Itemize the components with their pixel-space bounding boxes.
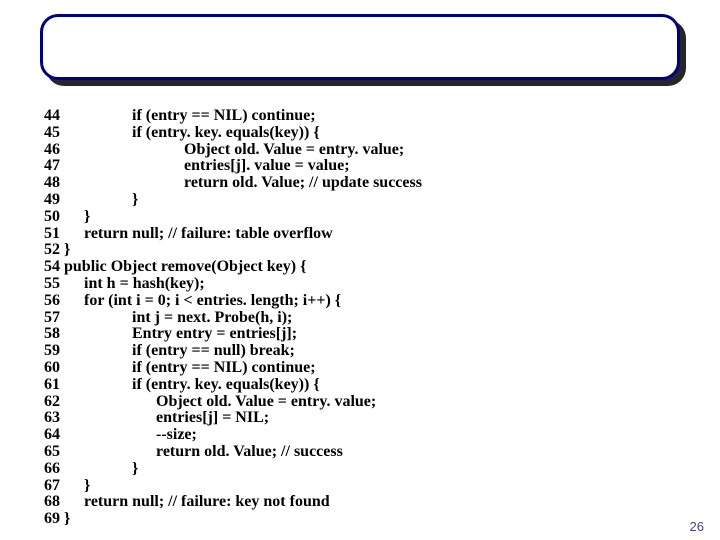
slide: 44 if (entry == NIL) continue; 45 if (en… [0, 0, 720, 540]
code-text: 44 if (entry == NIL) continue; 45 if (en… [44, 108, 422, 528]
code-block: 44 if (entry == NIL) continue; 45 if (en… [44, 108, 422, 528]
page-number: 26 [690, 519, 704, 534]
title-box [40, 14, 680, 80]
